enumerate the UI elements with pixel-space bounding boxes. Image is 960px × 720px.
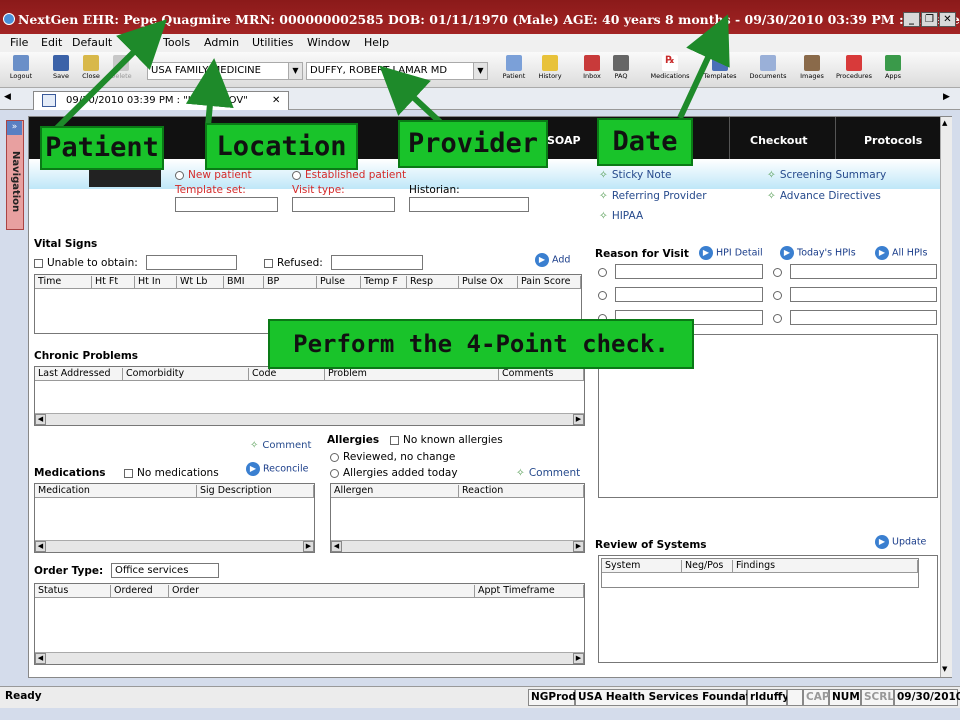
provider-callout: Provider [398,120,548,168]
location-callout: Location [205,123,358,170]
provider-arrow [379,65,443,125]
date-arrow [677,14,730,120]
location-arrow [185,58,234,127]
patient-arrow [52,19,168,133]
patient-callout: Patient [40,126,164,170]
date-callout: Date [597,118,693,166]
instruction-callout: Perform the 4-Point check. [268,319,694,369]
